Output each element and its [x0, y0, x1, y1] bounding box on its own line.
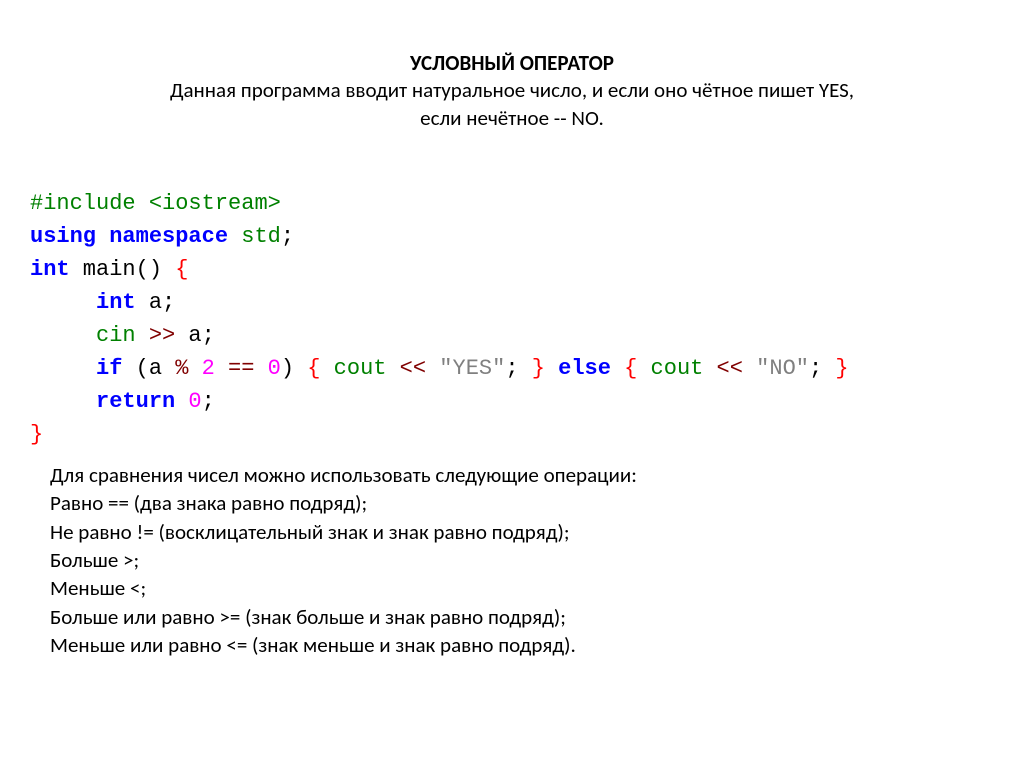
code-cin: cin — [96, 323, 136, 348]
code-semi: ; — [281, 224, 294, 249]
code-string-no: "NO" — [756, 356, 809, 381]
code-zero: 0 — [268, 356, 281, 381]
slide-container: УСЛОВНЫЙ ОПЕРАТОР Данная программа вводи… — [0, 0, 1024, 689]
code-semi: ; — [505, 356, 518, 381]
code-main: main — [70, 257, 136, 282]
slide-subtitle-line2: если нечётное -- NO. — [30, 105, 994, 132]
notes-line: Равно == (два знака равно подряд); — [50, 489, 994, 517]
code-iostream: <iostream> — [136, 191, 281, 216]
code-mod: % — [175, 356, 201, 381]
code-indent — [30, 323, 96, 348]
slide-subtitle-line1: Данная программа вводит натуральное числ… — [30, 77, 994, 104]
code-shl: << — [703, 356, 756, 381]
code-shr: >> — [136, 323, 176, 348]
code-a: a — [149, 356, 175, 381]
code-brace-open: { — [175, 257, 188, 282]
code-eqeq: == — [215, 356, 268, 381]
code-lparen: ( — [122, 356, 148, 381]
code-return: return — [96, 389, 175, 414]
code-int2: int — [96, 290, 136, 315]
notes-intro: Для сравнения чисел можно использовать с… — [50, 461, 994, 489]
code-semi: ; — [202, 389, 215, 414]
code-two: 2 — [202, 356, 215, 381]
code-ret-zero: 0 — [175, 389, 201, 414]
code-semi: ; — [202, 323, 215, 348]
code-var-a: a — [136, 290, 162, 315]
notes-line: Больше >; — [50, 546, 994, 574]
code-paren: () — [136, 257, 162, 282]
code-if: if — [96, 356, 122, 381]
code-shl: << — [386, 356, 439, 381]
code-namespace: namespace — [96, 224, 228, 249]
notes-line: Не равно != (восклицательный знак и знак… — [50, 518, 994, 546]
code-int: int — [30, 257, 70, 282]
code-else: else — [558, 356, 611, 381]
header-block: УСЛОВНЫЙ ОПЕРАТОР Данная программа вводи… — [30, 50, 994, 132]
code-rparen: ) — [281, 356, 294, 381]
code-brace-close: } — [822, 356, 848, 381]
code-using: using — [30, 224, 96, 249]
notes-line: Больше или равно >= (знак больше и знак … — [50, 603, 994, 631]
code-semi: ; — [162, 290, 175, 315]
slide-title: УСЛОВНЫЙ ОПЕРАТОР — [30, 50, 994, 77]
notes-block: Для сравнения чисел можно использовать с… — [50, 461, 994, 659]
code-semi: ; — [809, 356, 822, 381]
code-string-yes: "YES" — [439, 356, 505, 381]
code-brace-close: } — [30, 422, 43, 447]
code-brace-open: { — [611, 356, 651, 381]
code-block: #include <iostream> using namespace std;… — [30, 187, 994, 451]
code-var-a2: a — [175, 323, 201, 348]
code-indent — [30, 356, 96, 381]
code-include-directive: #include — [30, 191, 136, 216]
code-cout: cout — [651, 356, 704, 381]
code-space — [162, 257, 175, 282]
code-cout: cout — [334, 356, 387, 381]
code-indent — [30, 389, 96, 414]
code-std: std — [228, 224, 281, 249]
code-brace-open: { — [294, 356, 334, 381]
code-indent — [30, 290, 96, 315]
notes-line: Меньше <; — [50, 574, 994, 602]
code-brace-close: } — [519, 356, 559, 381]
notes-line: Меньше или равно <= (знак меньше и знак … — [50, 631, 994, 659]
